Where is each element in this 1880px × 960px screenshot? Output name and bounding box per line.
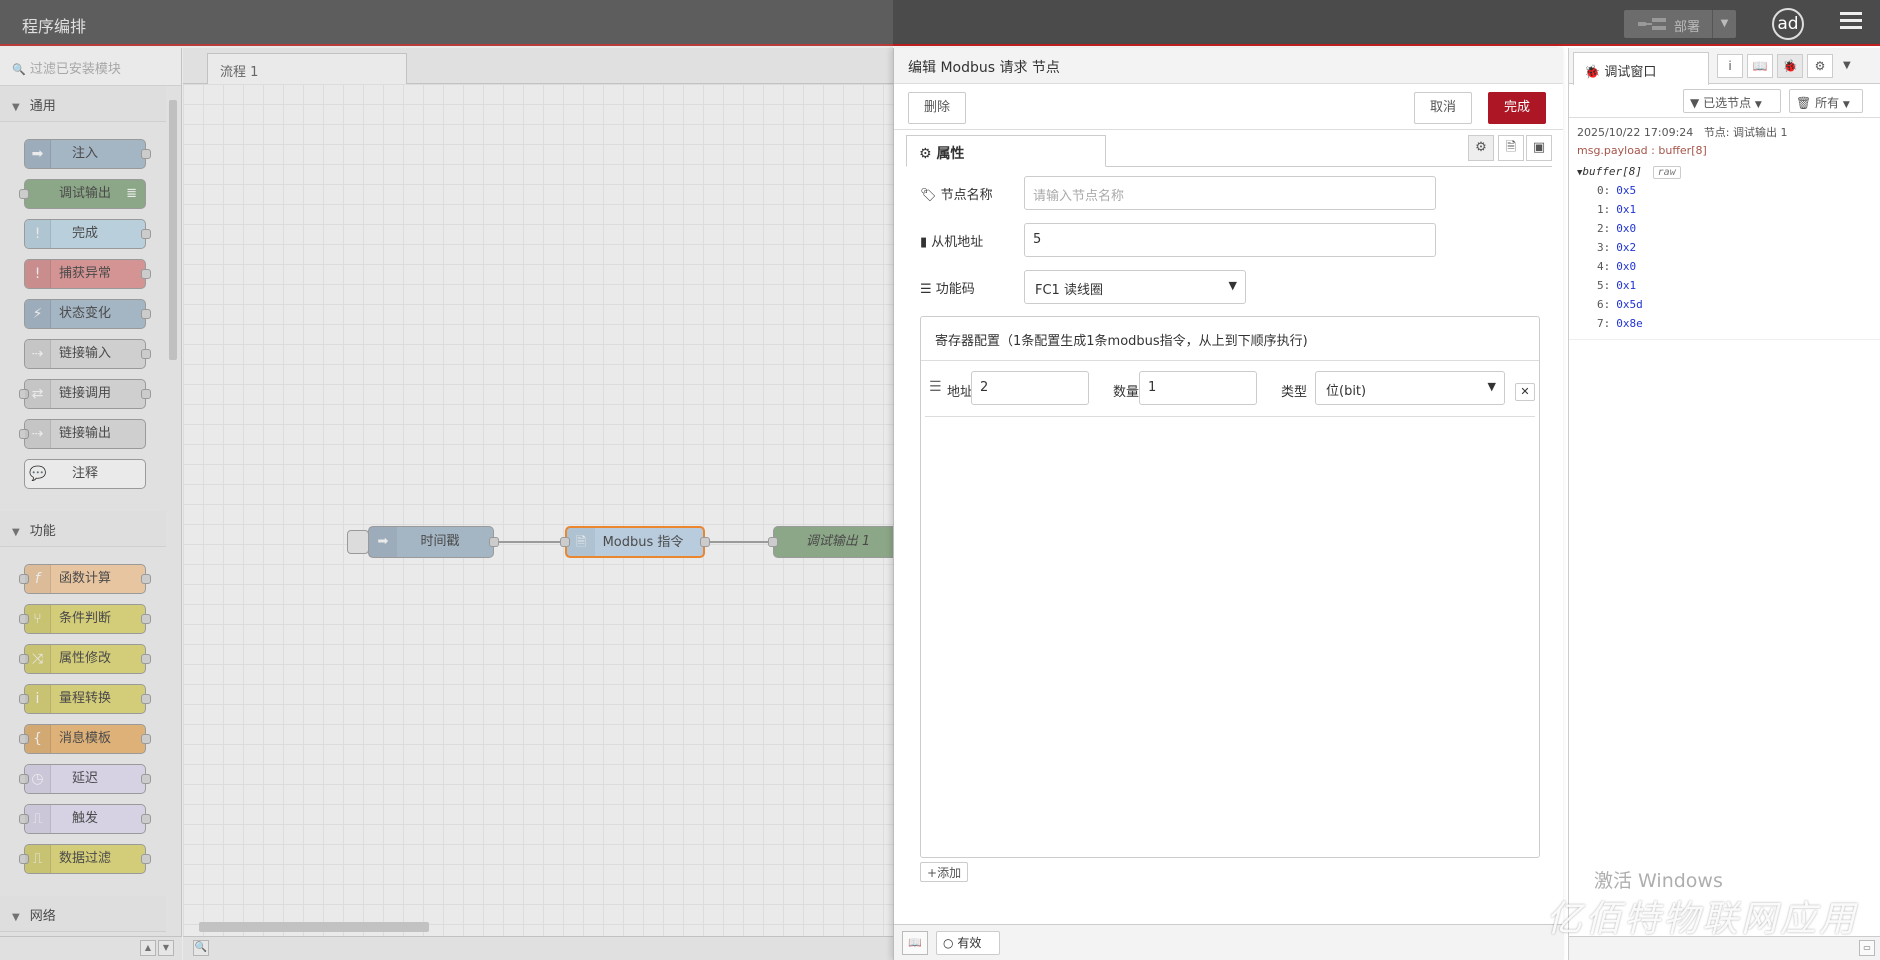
- filter-icon: ▼: [1690, 96, 1700, 110]
- register-config-box: 寄存器配置（1条配置生成1条modbus指令，从上到下顺序执行) ☰ 地址 2 …: [920, 316, 1540, 858]
- slave-address-input[interactable]: 5: [1024, 223, 1436, 257]
- device-icon: ▮: [920, 235, 928, 250]
- edit-tray: 编辑 Modbus 请求 节点 删除 取消 完成 ⚙ 属性 ⚙ 🗎 ▣ 🏷 节点…: [893, 48, 1564, 960]
- description-icon[interactable]: 🗎: [1498, 135, 1524, 161]
- address-input[interactable]: 2: [971, 371, 1089, 405]
- sidebar-tabs: 🐞 调试窗口 i 📖 🐞 ⚙ ▼: [1569, 48, 1880, 85]
- func-label: ☰ 功能码: [920, 282, 975, 297]
- buffer-entry: 6: 0x5d: [1597, 298, 1643, 311]
- chevron-down-icon: ▼: [1228, 279, 1237, 292]
- function-code-row: ☰ 功能码 FC1 读线圈 ▼: [920, 270, 1440, 304]
- done-button[interactable]: 完成: [1488, 92, 1546, 124]
- function-code-value: FC1 读线圈: [1035, 283, 1103, 298]
- info-icon[interactable]: i: [1717, 54, 1743, 78]
- type-value: 位(bit): [1326, 384, 1367, 399]
- type-select[interactable]: 位(bit) ▼: [1315, 371, 1505, 405]
- tray-footer: 📖 ○ 有效: [894, 924, 1564, 960]
- quantity-input[interactable]: 1: [1139, 371, 1257, 405]
- tray-title: 编辑 Modbus 请求 节点: [894, 48, 1563, 84]
- tray-toolbar: 删除 取消 完成: [894, 84, 1563, 130]
- chevron-down-icon[interactable]: ▼: [1843, 60, 1851, 71]
- bug-icon[interactable]: 🐞: [1777, 54, 1803, 78]
- trash-icon: 🗑: [1796, 96, 1812, 110]
- buffer-label: buffer[8]: [1582, 165, 1643, 178]
- name-row: 🏷 节点名称 请输入节点名称: [920, 176, 1440, 210]
- list-icon: ☰: [920, 282, 932, 297]
- address-label: 地址: [947, 385, 974, 400]
- tag-icon: 🏷: [920, 188, 937, 203]
- deploy-label: 部署: [1674, 20, 1701, 35]
- chevron-down-icon[interactable]: ▼: [1712, 10, 1736, 38]
- add-register-button[interactable]: +添加: [920, 862, 969, 882]
- remove-row-icon[interactable]: ✕: [1515, 383, 1535, 401]
- main-menu-icon[interactable]: [1840, 12, 1862, 34]
- delete-button[interactable]: 删除: [908, 92, 966, 124]
- bug-icon: 🐞: [1584, 65, 1601, 80]
- book-icon[interactable]: 📖: [1747, 54, 1773, 78]
- buffer-entry: 7: 0x8e: [1597, 317, 1643, 330]
- gear-icon: ⚙: [919, 146, 932, 162]
- book-icon[interactable]: 📖: [902, 931, 928, 955]
- user-avatar[interactable]: ad: [1772, 8, 1804, 40]
- clear-dropdown[interactable]: 🗑 所有 ▼: [1789, 89, 1863, 113]
- slave-label: ▮ 从机地址: [920, 235, 984, 250]
- raw-toggle-button[interactable]: raw: [1652, 166, 1681, 179]
- workspace-dim-overlay: [0, 0, 893, 960]
- quantity-label: 数量: [1113, 385, 1140, 400]
- name-input[interactable]: 请输入节点名称: [1024, 176, 1436, 210]
- filter-dropdown[interactable]: ▼ 已选节点 ▼: [1683, 89, 1781, 113]
- type-label: 类型: [1281, 385, 1308, 400]
- deploy-icon: [1638, 18, 1666, 30]
- plus-icon: +: [927, 866, 938, 880]
- slave-row: ▮ 从机地址 5: [920, 223, 1440, 257]
- sidebar-toolbar: ▼ 已选节点 ▼ 🗑 所有 ▼: [1569, 84, 1880, 118]
- tab-debug[interactable]: 🐞 调试窗口: [1573, 52, 1709, 85]
- tab-properties-label: 属性: [936, 146, 965, 162]
- message-timestamp: 2025/10/22 17:09:24: [1577, 126, 1694, 139]
- name-label: 🏷 节点名称: [920, 188, 993, 203]
- buffer-entry: 2: 0x0: [1597, 222, 1637, 235]
- circle-icon: ○: [943, 936, 954, 950]
- register-config-title: 寄存器配置（1条配置生成1条modbus指令，从上到下顺序执行): [921, 317, 1539, 361]
- deploy-button[interactable]: 部署 ▼: [1624, 10, 1736, 38]
- message-meta: 2025/10/22 17:09:24 节点: 调试输出 1: [1577, 124, 1872, 140]
- buffer-entry: 0: 0x5: [1597, 184, 1637, 197]
- drag-handle-icon[interactable]: ☰: [929, 379, 942, 395]
- debug-sidebar: 🐞 调试窗口 i 📖 🐞 ⚙ ▼ ▼ 已选节点 ▼ 🗑 所有 ▼ 2025/10…: [1568, 48, 1880, 960]
- gear-icon[interactable]: ⚙: [1807, 54, 1833, 78]
- monitor-icon[interactable]: ▭: [1859, 940, 1875, 956]
- settings-icon[interactable]: ⚙: [1468, 135, 1494, 161]
- message-node[interactable]: 节点: 调试输出 1: [1704, 126, 1788, 139]
- tray-tabbar: ⚙ 属性 ⚙ 🗎 ▣: [906, 135, 1552, 167]
- register-row: ☰ 地址 2 数量 1 类型 位(bit) ▼ ✕: [925, 361, 1535, 417]
- buffer-entry: 5: 0x1: [1597, 279, 1637, 292]
- debug-message: 2025/10/22 17:09:24 节点: 调试输出 1 msg.paylo…: [1569, 118, 1880, 340]
- buffer-header[interactable]: ▼buffer[8] raw: [1577, 165, 1872, 179]
- chevron-down-icon: ▼: [1487, 380, 1496, 393]
- buffer-entry: 1: 0x1: [1597, 203, 1637, 216]
- function-code-select[interactable]: FC1 读线圈 ▼: [1024, 270, 1246, 304]
- message-topic: msg.payload : buffer[8]: [1577, 144, 1707, 157]
- enabled-toggle[interactable]: ○ 有效: [936, 931, 1000, 955]
- watermark: 亿佰特物联网应用: [1546, 899, 1859, 940]
- buffer-entry: 4: 0x0: [1597, 260, 1637, 273]
- buffer-entry: 3: 0x2: [1597, 241, 1637, 254]
- cancel-button[interactable]: 取消: [1414, 92, 1472, 124]
- appearance-icon[interactable]: ▣: [1526, 135, 1552, 161]
- tab-properties[interactable]: ⚙ 属性: [906, 135, 1106, 167]
- activate-windows-notice: 激活 Windows: [1594, 870, 1723, 892]
